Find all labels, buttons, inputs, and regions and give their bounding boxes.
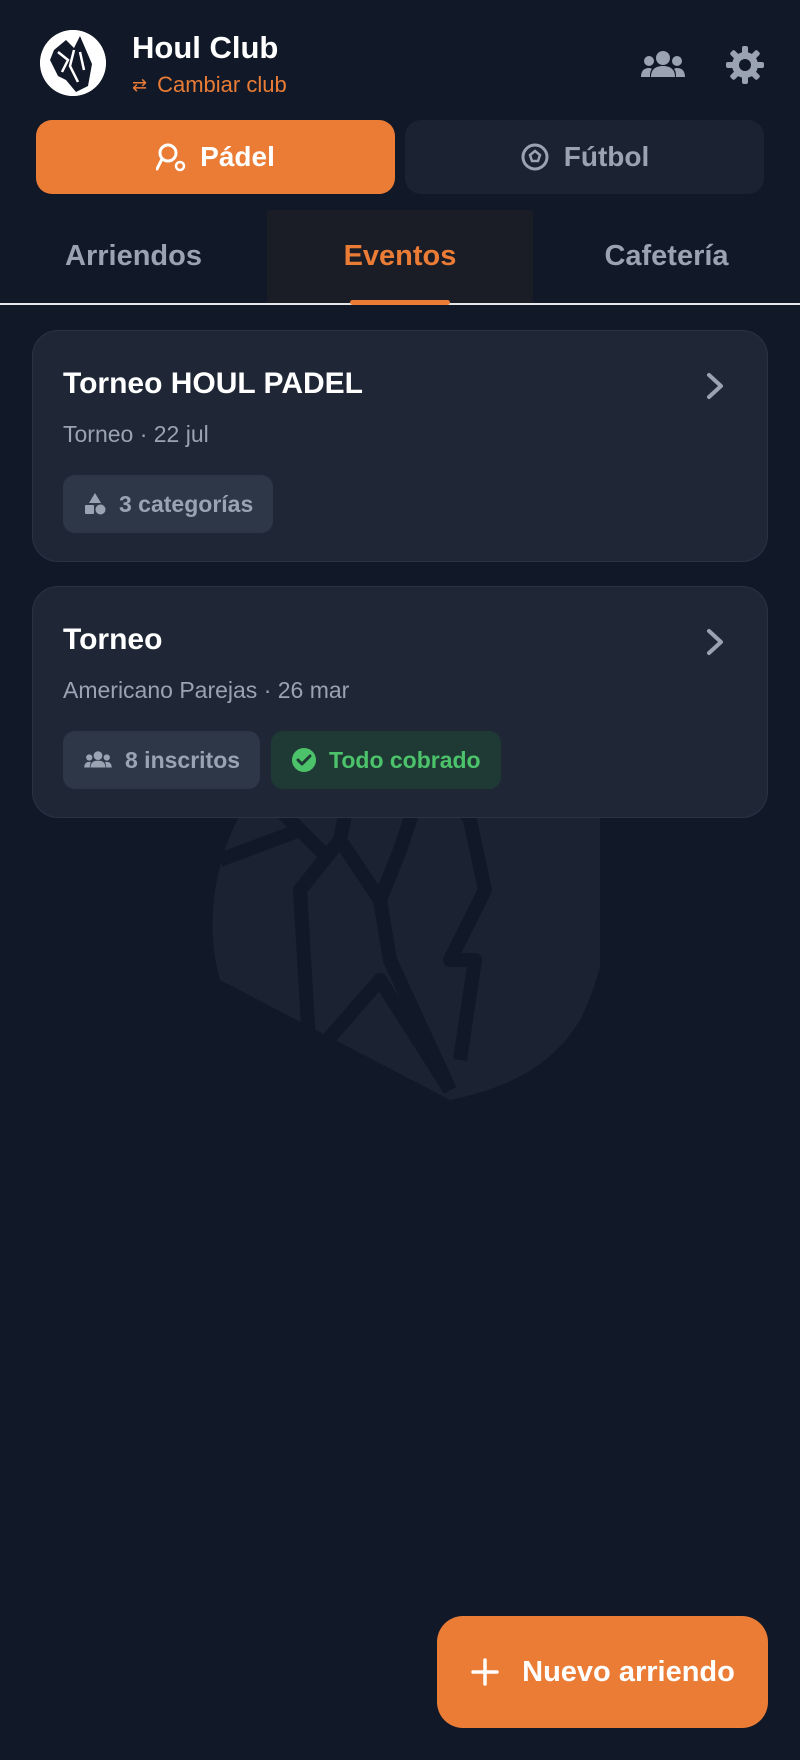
check-circle-icon (292, 748, 316, 772)
gear-icon (726, 46, 764, 84)
payment-status-label: Todo cobrado (329, 746, 481, 773)
registered-chip-label: 8 inscritos (125, 746, 241, 773)
event-title: Torneo (63, 623, 163, 656)
header: Houl Club ⇄ Cambiar club (0, 0, 800, 120)
tab-cafeteria[interactable]: Cafetería (533, 210, 800, 303)
club-name: Houl Club (132, 30, 279, 65)
event-card[interactable]: Torneo HOUL PADEL Torneo · 22 jul 3 cate… (32, 330, 768, 562)
new-rental-label: Nuevo arriendo (522, 1655, 735, 1688)
soccer-ball-icon (521, 143, 549, 171)
members-button[interactable] (638, 40, 688, 90)
switch-club-label: Cambiar club (157, 72, 287, 97)
event-subtitle: Americano Parejas · 26 mar (63, 677, 350, 703)
section-tabs: Arriendos Eventos Cafetería (0, 210, 800, 305)
event-card[interactable]: Torneo Americano Parejas · 26 mar 8 insc… (32, 586, 768, 818)
wolf-logo[interactable] (40, 30, 106, 96)
tab-arriendos-label: Arriendos (65, 240, 202, 272)
sport-futbol-label: Fútbol (563, 141, 650, 172)
tab-cafeteria-label: Cafetería (604, 240, 729, 272)
categories-chip-label: 3 categorías (119, 490, 254, 517)
sport-padel-button[interactable]: Pádel (36, 120, 395, 194)
event-title: Torneo HOUL PADEL (63, 367, 363, 400)
sport-selector: Pádel Fútbol (36, 120, 764, 194)
tab-eventos[interactable]: Eventos (267, 210, 533, 303)
switch-club-link[interactable]: ⇄ Cambiar club (132, 72, 287, 98)
chevron-right-icon (707, 629, 723, 655)
sport-padel-label: Pádel (200, 141, 275, 172)
event-subtitle: Torneo · 22 jul (63, 421, 209, 447)
padel-icon (156, 143, 186, 172)
settings-button[interactable] (720, 40, 770, 90)
group-icon (641, 51, 685, 77)
tab-arriendos[interactable]: Arriendos (0, 210, 267, 303)
swap-icon: ⇄ (132, 74, 148, 95)
sport-futbol-button[interactable]: Fútbol (405, 120, 764, 194)
tab-eventos-label: Eventos (343, 240, 457, 272)
new-rental-button[interactable]: Nuevo arriendo (437, 1616, 768, 1728)
category-icon (85, 493, 106, 515)
categories-chip: 3 categorías (63, 475, 274, 533)
payment-status-chip: Todo cobrado (271, 731, 501, 789)
chevron-right-icon (707, 373, 723, 399)
group-icon (84, 751, 112, 768)
active-tab-indicator (350, 300, 450, 305)
plus-icon (471, 1658, 499, 1686)
registered-chip: 8 inscritos (63, 731, 261, 789)
